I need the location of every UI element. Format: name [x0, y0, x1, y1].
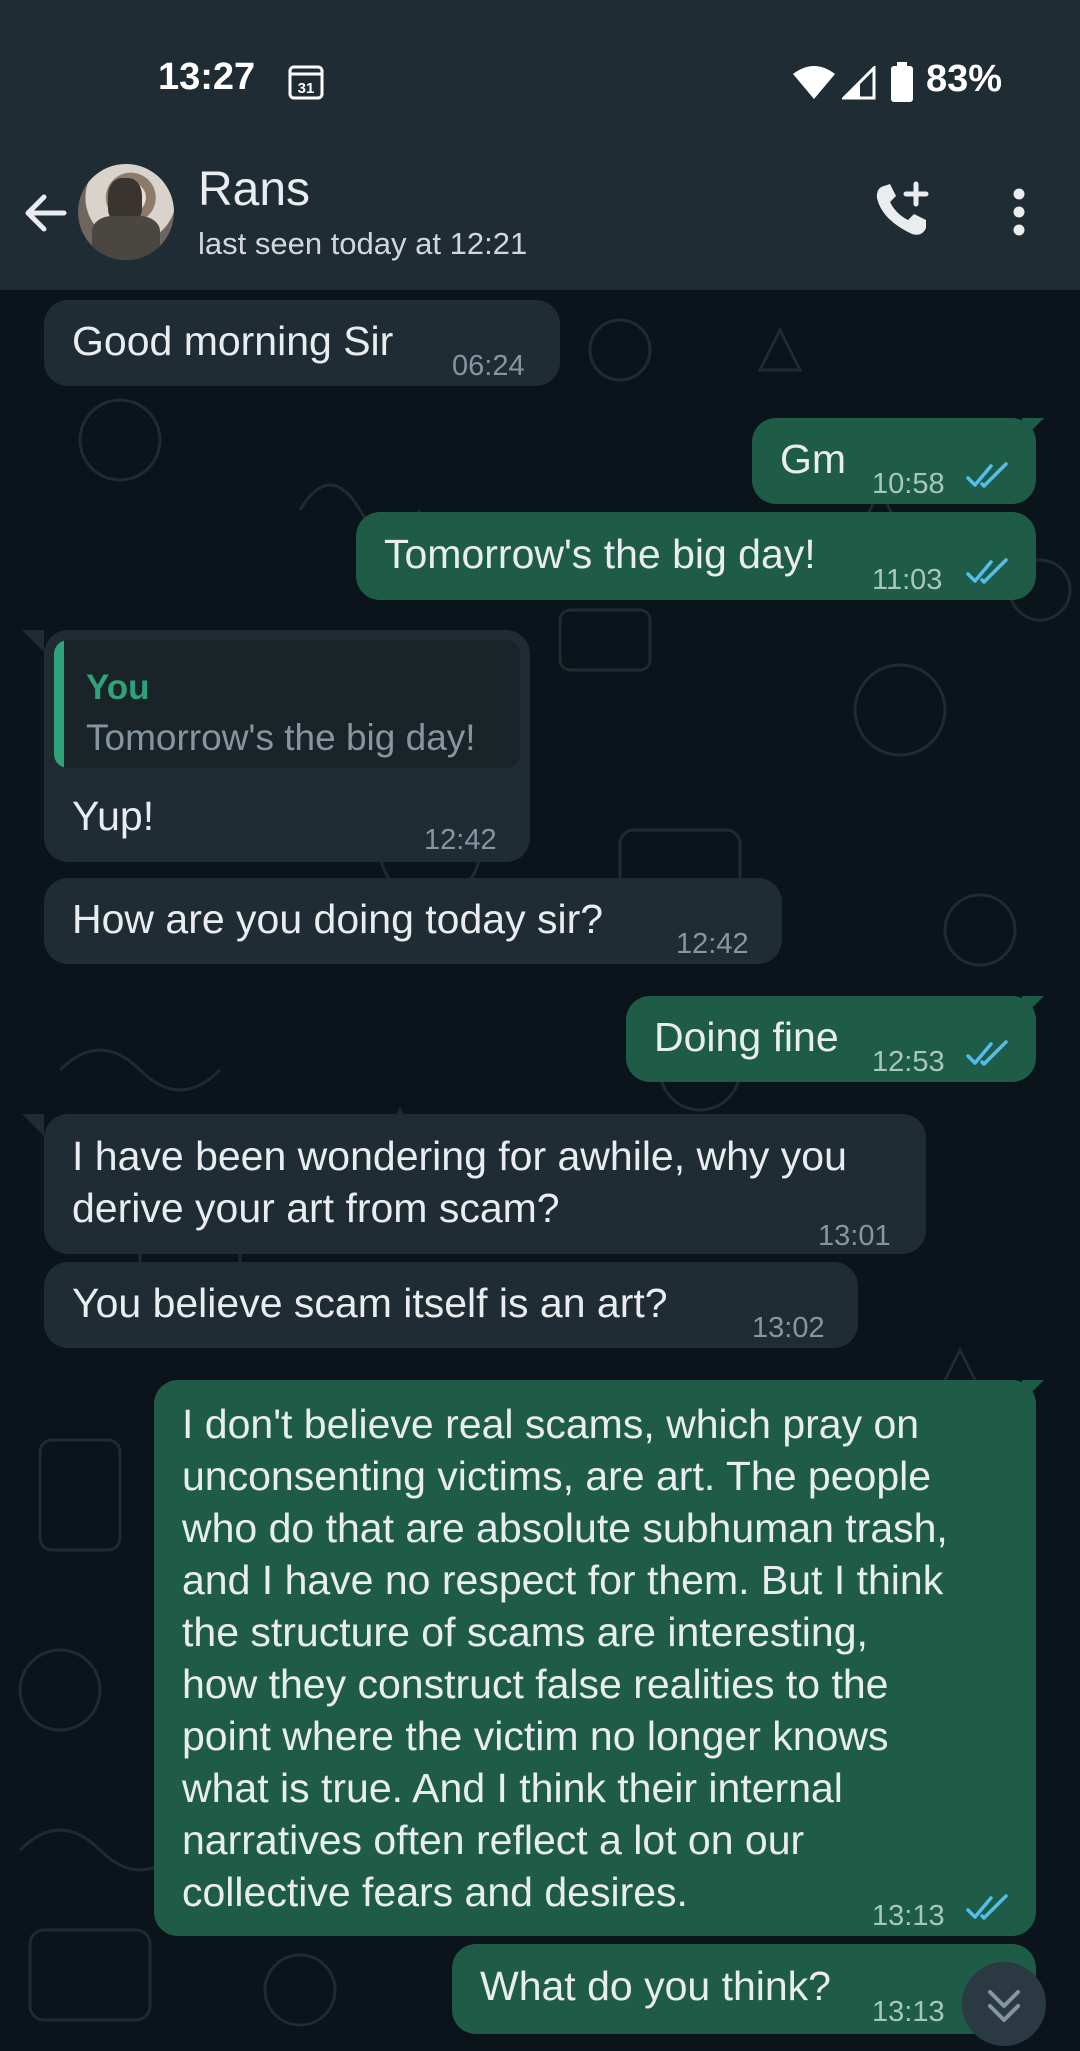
- quote-author: You: [86, 668, 150, 707]
- double-check-icon: [966, 462, 1008, 488]
- message-line: the structure of scams are interesting,: [182, 1609, 868, 1655]
- quote-text: Tomorrow's the big day!: [86, 717, 476, 758]
- message-incoming[interactable]: How are you doing today sir? 12:42: [44, 878, 782, 964]
- message-time: 12:53: [872, 1046, 945, 1078]
- message-incoming[interactable]: Good morning Sir 06:24: [44, 300, 560, 386]
- message-outgoing[interactable]: What do you think? 13:13: [452, 1944, 1036, 2034]
- bubble-tail: [1022, 418, 1044, 440]
- message-line: collective fears and desires.: [182, 1869, 688, 1915]
- contact-name[interactable]: Rans: [198, 162, 310, 217]
- message-line: and I have no respect for them. But I th…: [182, 1557, 944, 1603]
- last-seen-status: last seen today at 12:21: [198, 226, 528, 261]
- calendar-day: 31: [298, 80, 315, 97]
- message-text: Gm: [780, 436, 847, 482]
- message-text: Tomorrow's the big day!: [384, 531, 816, 577]
- signal-icon: [842, 66, 876, 100]
- add-call-icon[interactable]: [872, 180, 932, 240]
- message-time: 13:13: [872, 1900, 945, 1932]
- message-time: 11:03: [872, 564, 943, 596]
- message-time: 13:01: [818, 1220, 891, 1252]
- bubble-tail: [22, 630, 44, 652]
- bubble-tail: [1022, 996, 1044, 1018]
- status-time: 13:27: [158, 56, 256, 98]
- message-time: 13:02: [752, 1312, 825, 1344]
- message-time: 12:42: [424, 824, 497, 856]
- more-options-icon[interactable]: [1004, 186, 1034, 238]
- message-text: You believe scam itself is an art?: [72, 1280, 668, 1326]
- message-time: 12:42: [676, 928, 749, 960]
- message-outgoing-long[interactable]: I don't believe real scams, which pray o…: [154, 1380, 1044, 1936]
- message-text: What do you think?: [480, 1963, 831, 2009]
- message-incoming[interactable]: I have been wondering for awhile, why yo…: [22, 1114, 926, 1254]
- message-line: I have been wondering for awhile, why yo…: [72, 1133, 847, 1179]
- message-text: How are you doing today sir?: [72, 896, 604, 942]
- message-line: how they construct false realities to th…: [182, 1661, 889, 1707]
- message-outgoing[interactable]: Tomorrow's the big day! 11:03: [356, 512, 1036, 600]
- message-text: Yup!: [72, 793, 155, 839]
- message-incoming[interactable]: You believe scam itself is an art? 13:02: [44, 1262, 858, 1348]
- message-line: what is true. And I think their internal: [182, 1765, 843, 1811]
- wifi-icon: [793, 66, 835, 99]
- message-text: Good morning Sir: [72, 318, 394, 364]
- message-outgoing[interactable]: Doing fine 12:53: [626, 996, 1044, 1082]
- back-arrow-icon[interactable]: [20, 188, 70, 238]
- message-incoming-reply[interactable]: You Tomorrow's the big day! Yup! 12:42: [22, 630, 530, 862]
- message-time: 06:24: [452, 350, 525, 382]
- avatar-body-shape: [92, 216, 160, 260]
- battery-percentage: 83%: [926, 58, 1003, 100]
- message-time: 10:58: [872, 468, 945, 500]
- message-line: point where the victim no longer knows: [182, 1713, 889, 1759]
- message-outgoing[interactable]: Gm 10:58: [752, 418, 1044, 504]
- double-check-icon: [966, 1894, 1008, 1920]
- message-line: I don't believe real scams, which pray o…: [182, 1401, 920, 1447]
- scroll-down-icon: [988, 1990, 1020, 2022]
- message-text: Doing fine: [654, 1014, 839, 1060]
- message-line: narratives often reflect a lot on our: [182, 1817, 805, 1863]
- double-check-icon: [966, 1040, 1008, 1066]
- chat-screen: 13:27 31 83% Rans last seen today at 12:…: [0, 0, 1080, 2051]
- quoted-message[interactable]: You Tomorrow's the big day!: [54, 640, 520, 768]
- chat-header: 13:27 31 83% Rans last seen today at 12:…: [0, 0, 1080, 290]
- battery-icon: [891, 62, 913, 102]
- message-line: derive your art from scam?: [72, 1185, 560, 1231]
- double-check-icon: [966, 558, 1008, 584]
- bubble-tail: [1022, 1380, 1044, 1402]
- scroll-to-bottom-button[interactable]: [962, 1962, 1046, 2046]
- message-line: unconsenting victims, are art. The peopl…: [182, 1453, 932, 1499]
- contact-avatar[interactable]: [78, 164, 174, 260]
- message-line: who do that are absolute subhuman trash,: [182, 1505, 948, 1551]
- message-time: 13:13: [872, 1996, 945, 2028]
- quote-accent-bar: [54, 640, 64, 768]
- calendar-icon: 31: [288, 65, 324, 100]
- bubble-tail: [22, 1114, 44, 1136]
